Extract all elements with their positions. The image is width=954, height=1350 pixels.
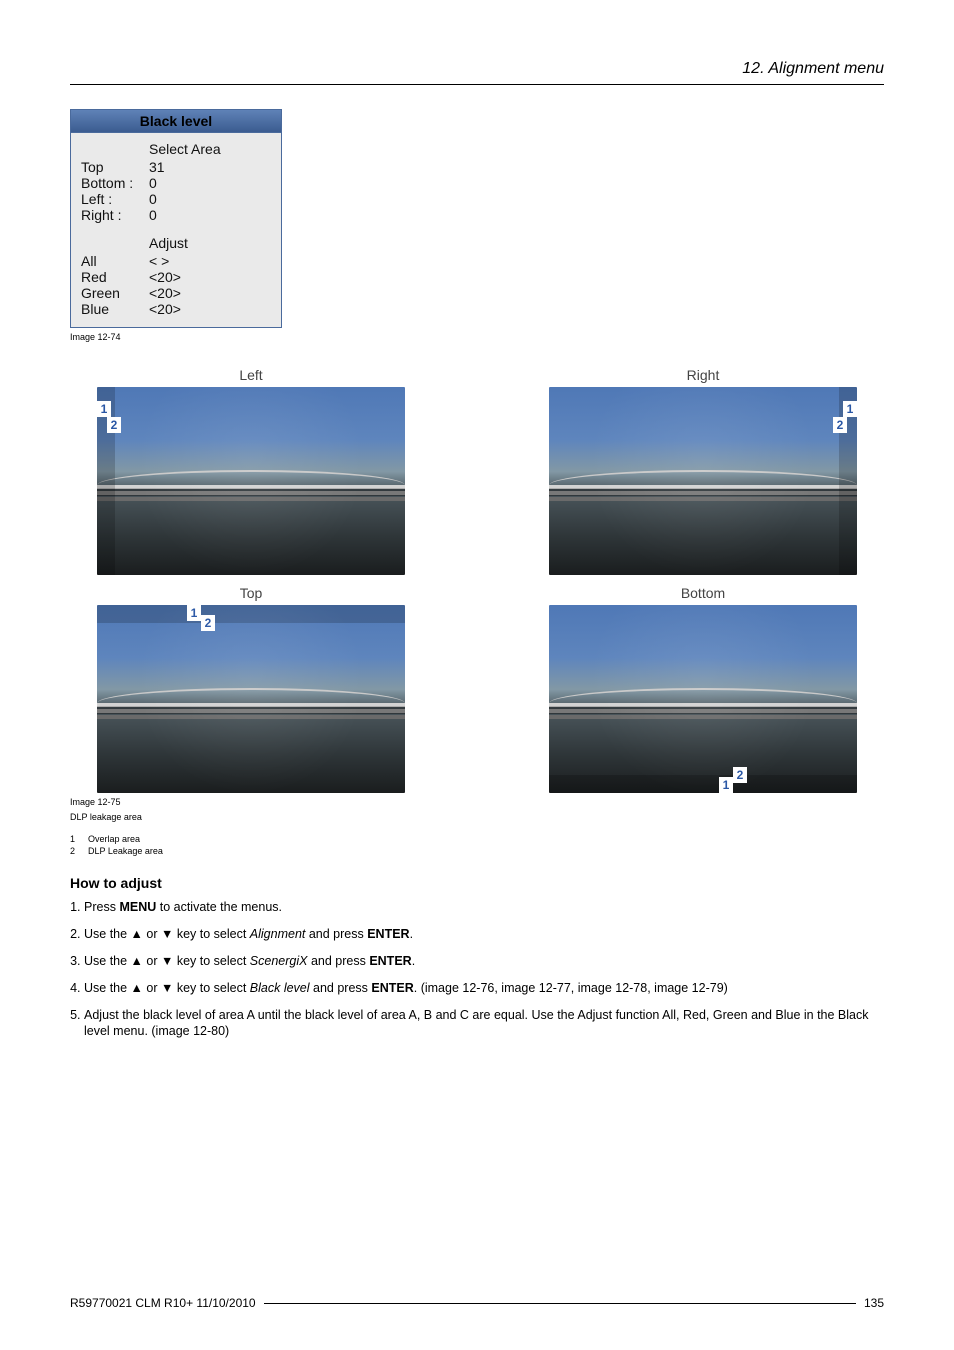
osd-row-value: 0 <box>149 191 157 207</box>
thumb-bottom: 1 2 <box>549 605 857 793</box>
osd-row-left: Left : 0 <box>81 191 271 207</box>
footer-line <box>264 1303 856 1304</box>
osd-adj-label: Blue <box>81 301 149 317</box>
osd-row-red: Red <20> <box>81 269 271 285</box>
osd-title: Black level <box>71 110 281 133</box>
footer-page-number: 135 <box>864 1296 884 1310</box>
osd-adj-value: < > <box>149 253 169 269</box>
grid-caption-2: DLP leakage area <box>70 812 884 823</box>
osd-adj-label: All <box>81 253 149 269</box>
footer-left: R59770021 CLM R10+ 11/10/2010 <box>70 1296 256 1310</box>
legend-text-1: Overlap area <box>88 834 140 844</box>
thumb-top: 1 2 <box>97 605 405 793</box>
osd-row-label: Right : <box>81 207 149 223</box>
osd-caption: Image 12-74 <box>70 332 884 343</box>
osd-adjust-label: Adjust <box>149 235 271 251</box>
thumb-tag-2: 2 <box>833 417 847 433</box>
legend-text-2: DLP Leakage area <box>88 846 163 856</box>
osd-row-all: All < > <box>81 253 271 269</box>
osd-row-top: Top 31 <box>81 159 271 175</box>
osd-adj-value: <20> <box>149 301 181 317</box>
header-rule <box>70 84 884 85</box>
osd-adj-label: Red <box>81 269 149 285</box>
legend-num-1: 1 <box>70 833 88 845</box>
thumb-label-left: Left <box>239 367 262 383</box>
thumb-tag-1: 1 <box>97 401 111 417</box>
grid-caption-1: Image 12-75 <box>70 797 884 808</box>
osd-row-right: Right : 0 <box>81 207 271 223</box>
thumb-tag-1: 1 <box>843 401 857 417</box>
osd-adj-value: <20> <box>149 269 181 285</box>
osd-adj-label: Green <box>81 285 149 301</box>
thumbnail-grid: Left 1 2 Right 1 2 Top 1 2 <box>70 367 884 793</box>
thumb-tag-2: 2 <box>107 417 121 433</box>
thumb-tag-2: 2 <box>733 767 747 783</box>
howto-heading: How to adjust <box>70 875 884 891</box>
step-1: Press MENU to activate the menus. <box>84 899 884 916</box>
step-4: Use the ▲ or ▼ key to select Black level… <box>84 980 884 997</box>
chapter-header: 12. Alignment menu <box>70 60 884 78</box>
thumb-label-top: Top <box>240 585 263 601</box>
osd-row-blue: Blue <20> <box>81 301 271 317</box>
page-footer: R59770021 CLM R10+ 11/10/2010 135 <box>70 1296 884 1310</box>
step-3: Use the ▲ or ▼ key to select ScenergiX a… <box>84 953 884 970</box>
howto-steps: Press MENU to activate the menus. Use th… <box>84 899 884 1040</box>
thumb-tag-1: 1 <box>719 777 733 793</box>
thumb-right: 1 2 <box>549 387 857 575</box>
osd-black-level: Black level Select Area Top 31 Bottom : … <box>70 109 282 328</box>
thumb-label-right: Right <box>687 367 720 383</box>
osd-row-green: Green <20> <box>81 285 271 301</box>
thumb-tag-1: 1 <box>187 605 201 621</box>
osd-row-value: 0 <box>149 207 157 223</box>
osd-adj-value: <20> <box>149 285 181 301</box>
osd-row-label: Bottom : <box>81 175 149 191</box>
osd-select-area-label: Select Area <box>149 141 271 157</box>
legend: 1Overlap area 2DLP Leakage area <box>70 833 884 857</box>
osd-row-value: 0 <box>149 175 157 191</box>
osd-row-label: Top <box>81 159 149 175</box>
thumb-label-bottom: Bottom <box>681 585 725 601</box>
osd-row-value: 31 <box>149 159 165 175</box>
step-2: Use the ▲ or ▼ key to select Alignment a… <box>84 926 884 943</box>
osd-row-label: Left : <box>81 191 149 207</box>
thumb-left: 1 2 <box>97 387 405 575</box>
thumb-tag-2: 2 <box>201 615 215 631</box>
step-5: Adjust the black level of area A until t… <box>84 1007 884 1041</box>
osd-row-bottom: Bottom : 0 <box>81 175 271 191</box>
legend-num-2: 2 <box>70 845 88 857</box>
